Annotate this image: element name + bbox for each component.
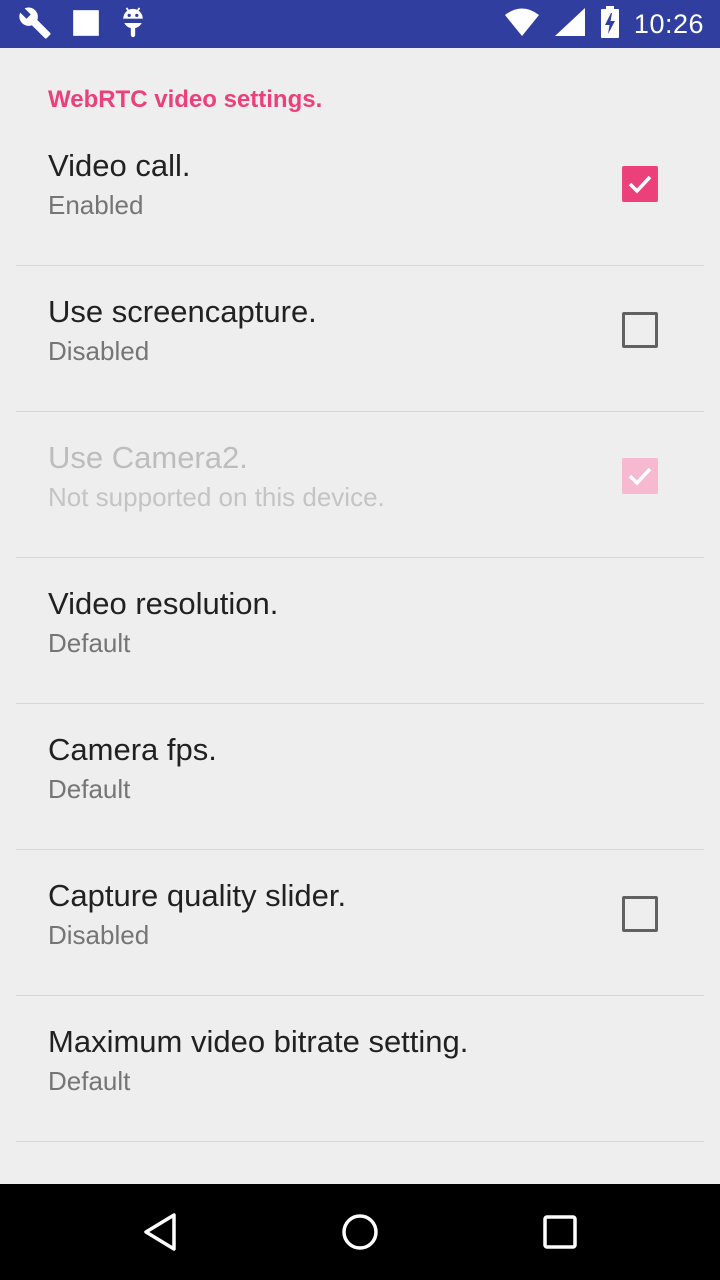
status-bar-system: 10:26 xyxy=(504,5,704,43)
pref-video-call[interactable]: Video call. Enabled xyxy=(0,120,720,266)
home-icon[interactable] xyxy=(336,1208,384,1256)
pref-title: Use Camera2. xyxy=(48,440,248,475)
pref-capture-quality-slider[interactable]: Capture quality slider. Disabled xyxy=(0,850,720,996)
pref-summary: Disabled xyxy=(48,336,150,366)
pref-summary: Default xyxy=(48,774,131,804)
battery-charging-icon xyxy=(600,5,620,43)
status-bar-clock: 10:26 xyxy=(633,8,704,39)
stop-square-icon xyxy=(72,9,100,42)
pref-summary: Not supported on this device. xyxy=(48,482,385,512)
back-icon[interactable] xyxy=(136,1208,184,1256)
navigation-bar xyxy=(0,1184,720,1280)
pref-title: Camera fps. xyxy=(48,732,217,767)
pref-title: Video resolution. xyxy=(48,586,279,621)
section-header: WebRTC video settings. xyxy=(48,86,323,113)
camera2-checkbox xyxy=(622,458,658,494)
video-call-checkbox[interactable] xyxy=(622,166,658,202)
android-debug-icon xyxy=(120,6,146,45)
pref-summary: Default xyxy=(48,1066,131,1096)
divider xyxy=(16,1141,704,1142)
status-bar-notifications xyxy=(18,6,146,45)
pref-summary: Default xyxy=(48,628,131,658)
pref-summary: Disabled xyxy=(48,920,150,950)
pref-title: Maximum video bitrate setting. xyxy=(48,1024,469,1059)
wifi-icon xyxy=(504,7,540,42)
screencapture-checkbox[interactable] xyxy=(622,312,658,348)
pref-title: Capture quality slider. xyxy=(48,878,347,913)
pref-screencapture[interactable]: Use screencapture. Disabled xyxy=(0,266,720,412)
pref-camera-fps[interactable]: Camera fps. Default xyxy=(0,704,720,850)
pref-camera2: Use Camera2. Not supported on this devic… xyxy=(0,412,720,558)
wrench-icon xyxy=(18,6,52,45)
pref-title: Use screencapture. xyxy=(48,294,317,329)
cell-signal-icon xyxy=(554,7,586,42)
pref-max-video-bitrate[interactable]: Maximum video bitrate setting. Default xyxy=(0,996,720,1142)
pref-summary: Enabled xyxy=(48,190,144,220)
recents-icon[interactable] xyxy=(536,1208,584,1256)
status-bar: 10:26 xyxy=(0,0,720,48)
pref-title: Video call. xyxy=(48,148,191,183)
capture-quality-checkbox[interactable] xyxy=(622,896,658,932)
pref-video-resolution[interactable]: Video resolution. Default xyxy=(0,558,720,704)
